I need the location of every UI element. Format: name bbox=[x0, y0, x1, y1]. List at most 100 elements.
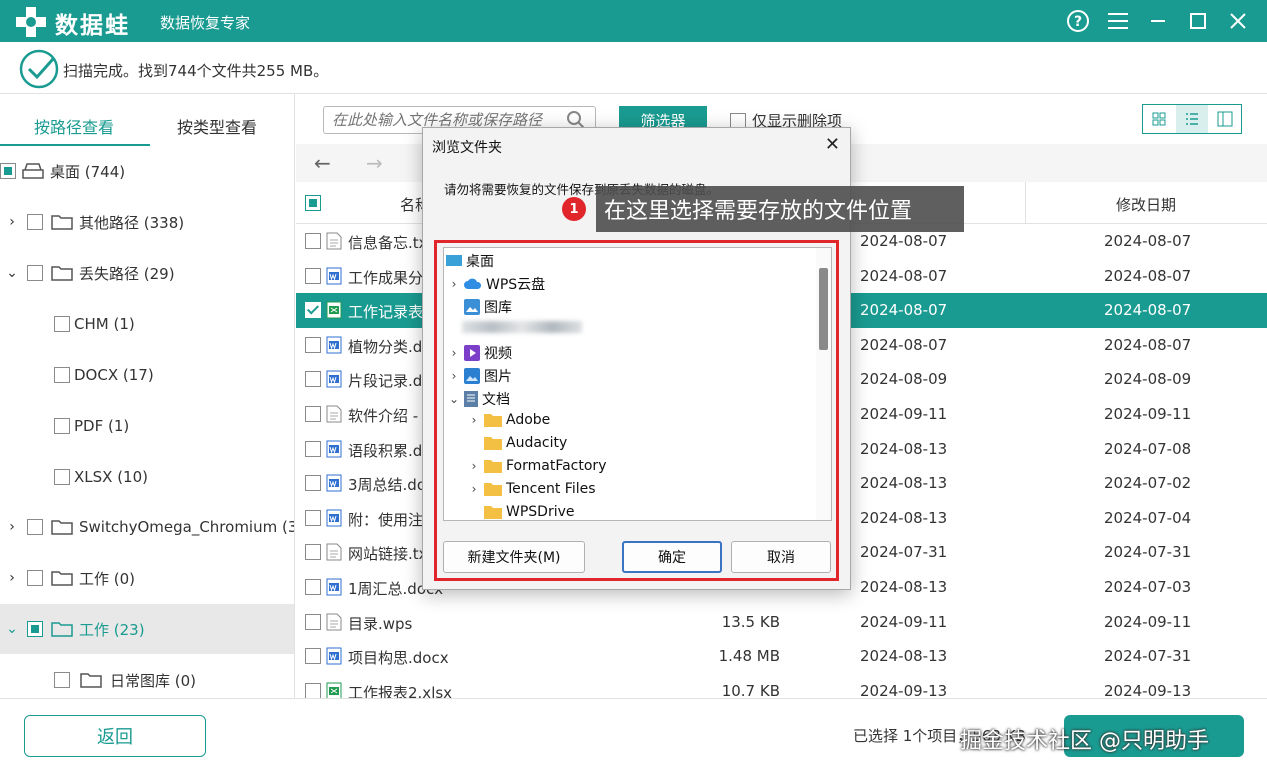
file-name: 目录.wps bbox=[348, 614, 413, 633]
tree-item-daily-gallery[interactable]: 日常图库 (0) bbox=[0, 655, 294, 698]
file-modified-date: 2024-08-09 bbox=[1104, 370, 1192, 389]
list-view-icon[interactable] bbox=[1175, 105, 1209, 133]
tree-checkbox[interactable] bbox=[54, 418, 70, 434]
forward-arrow-icon[interactable]: → bbox=[366, 151, 383, 175]
file-name: 信息备忘.tx bbox=[348, 234, 428, 252]
file-created-date: 2024-08-13 bbox=[860, 647, 948, 666]
tree-checkbox[interactable] bbox=[27, 621, 43, 637]
chevron-right-icon[interactable]: › bbox=[5, 519, 19, 535]
tree-checkbox[interactable] bbox=[27, 519, 43, 535]
tree-item-docx[interactable]: DOCX (17) bbox=[0, 350, 294, 400]
back-arrow-icon[interactable]: ← bbox=[314, 151, 331, 175]
tree-item-chm[interactable]: CHM (1) bbox=[0, 299, 294, 349]
file-created-date: 2024-07-31 bbox=[860, 543, 948, 562]
file-modified-date: 2024-07-31 bbox=[1104, 647, 1192, 666]
tree-item-switchyomega[interactable]: › SwitchyOmega_Chromium (3 bbox=[0, 502, 295, 552]
tree-item-label: PDF (1) bbox=[74, 417, 130, 435]
row-checkbox[interactable] bbox=[305, 336, 321, 353]
folder-icon bbox=[51, 571, 73, 586]
tree-item-desktop[interactable]: 桌面 (744) bbox=[0, 146, 294, 196]
tree-checkbox[interactable] bbox=[27, 570, 43, 586]
select-all-checkbox[interactable] bbox=[305, 195, 321, 211]
row-checkbox[interactable] bbox=[305, 302, 321, 319]
row-checkbox[interactable] bbox=[305, 509, 321, 526]
scan-status-text: 扫描完成。找到744个文件共255 MB。 bbox=[63, 62, 329, 80]
file-icon bbox=[326, 232, 342, 254]
tree-checkbox[interactable] bbox=[27, 214, 43, 230]
tree-item-other-paths[interactable]: › 其他路径 (338) bbox=[0, 197, 294, 247]
tree-checkbox[interactable] bbox=[54, 469, 70, 485]
check-circle-icon bbox=[19, 49, 59, 89]
step-badge: 1 bbox=[562, 197, 586, 221]
highlight-box bbox=[434, 240, 839, 581]
tree-item-label: 工作 (23) bbox=[79, 620, 145, 639]
file-icon bbox=[326, 370, 342, 392]
file-icon bbox=[326, 578, 342, 600]
file-size: 13.5 KB bbox=[721, 612, 780, 631]
grid-view-icon[interactable] bbox=[1143, 105, 1176, 133]
tree-checkbox[interactable] bbox=[54, 316, 70, 332]
view-tabs: 按路径查看 按类型查看 bbox=[0, 94, 294, 146]
tab-by-type[interactable]: 按类型查看 bbox=[177, 114, 257, 138]
menu-icon[interactable] bbox=[1105, 8, 1131, 34]
tab-by-path[interactable]: 按路径查看 bbox=[34, 114, 114, 138]
row-checkbox[interactable] bbox=[305, 579, 321, 595]
detail-view-icon[interactable] bbox=[1208, 105, 1241, 133]
column-modified-date[interactable]: 修改日期 bbox=[1116, 194, 1176, 215]
file-icon bbox=[326, 301, 342, 323]
file-created-date: 2024-08-07 bbox=[860, 232, 948, 250]
bottom-bar: 返回 已选择 1个项目，563 KB 掘金技术社区 @只明助手 bbox=[0, 698, 1267, 773]
file-name: 工作记录表 bbox=[348, 303, 424, 322]
tree-item-label: SwitchyOmega_Chromium (3 bbox=[79, 518, 295, 536]
file-modified-date: 2024-09-11 bbox=[1104, 405, 1192, 423]
folder-tree-panel: 按路径查看 按类型查看 桌面 (744) › 其他路径 (338) ⌄ 丢失路径… bbox=[0, 94, 295, 698]
file-icon bbox=[326, 543, 342, 565]
folder-icon bbox=[51, 622, 73, 637]
chevron-down-icon[interactable]: ⌄ bbox=[5, 265, 19, 281]
file-modified-date: 2024-07-31 bbox=[1104, 543, 1192, 562]
file-created-date: 2024-08-13 bbox=[860, 508, 948, 527]
row-checkbox[interactable] bbox=[305, 233, 321, 249]
tree-item-work-selected[interactable]: ⌄ 工作 (23) bbox=[0, 604, 294, 654]
file-name: 语段积累.d bbox=[348, 441, 423, 460]
row-checkbox[interactable] bbox=[305, 682, 321, 699]
row-checkbox[interactable] bbox=[305, 648, 321, 665]
tree-checkbox[interactable] bbox=[0, 163, 16, 179]
svg-text:?: ? bbox=[1074, 14, 1082, 30]
logo-text: 数据蛙 bbox=[55, 13, 130, 39]
watermark: 掘金技术社区 @只明助手 bbox=[960, 729, 1209, 754]
scan-status-bar: 扫描完成。找到744个文件共255 MB。 bbox=[0, 42, 1267, 94]
file-name: 项目构思.docx bbox=[348, 649, 449, 668]
row-checkbox[interactable] bbox=[305, 267, 321, 284]
folder-icon bbox=[80, 673, 102, 688]
tree-item-work-empty[interactable]: › 工作 (0) bbox=[0, 553, 294, 603]
tree-item-lost-paths[interactable]: ⌄ 丢失路径 (29) bbox=[0, 248, 294, 298]
row-checkbox[interactable] bbox=[305, 544, 321, 561]
row-checkbox[interactable] bbox=[305, 371, 321, 388]
minimize-icon[interactable] bbox=[1145, 8, 1171, 34]
file-modified-date: 2024-07-02 bbox=[1104, 474, 1192, 493]
file-name: 附：使用注 bbox=[348, 510, 424, 529]
row-checkbox[interactable] bbox=[305, 613, 321, 630]
back-button[interactable]: 返回 bbox=[24, 715, 206, 757]
chevron-right-icon[interactable]: › bbox=[5, 214, 19, 230]
file-modified-date: 2024-07-08 bbox=[1104, 439, 1192, 458]
tree-item-pdf[interactable]: PDF (1) bbox=[0, 401, 294, 451]
dialog-close-icon[interactable]: ✕ bbox=[825, 134, 840, 155]
tree-checkbox[interactable] bbox=[27, 265, 43, 281]
chevron-down-icon[interactable]: ⌄ bbox=[5, 621, 19, 637]
tree-item-label: DOCX (17) bbox=[74, 366, 154, 384]
row-checkbox[interactable] bbox=[305, 440, 321, 457]
maximize-icon[interactable] bbox=[1185, 8, 1211, 34]
table-row[interactable]: 目录.wps 13.5 KB 2024-09-11 2024-09-11 bbox=[296, 605, 1267, 640]
row-checkbox[interactable] bbox=[305, 406, 321, 422]
table-row[interactable]: 项目构思.docx 1.48 MB 2024-08-13 2024-07-31 bbox=[296, 639, 1267, 674]
file-size: 1.48 MB bbox=[718, 647, 780, 666]
chevron-right-icon[interactable]: › bbox=[5, 570, 19, 586]
row-checkbox[interactable] bbox=[305, 475, 321, 492]
help-icon[interactable]: ? bbox=[1065, 8, 1091, 34]
tree-checkbox[interactable] bbox=[54, 367, 70, 383]
tree-checkbox[interactable] bbox=[54, 672, 70, 688]
close-icon[interactable] bbox=[1225, 8, 1251, 34]
tree-item-xlsx[interactable]: XLSX (10) bbox=[0, 452, 294, 502]
